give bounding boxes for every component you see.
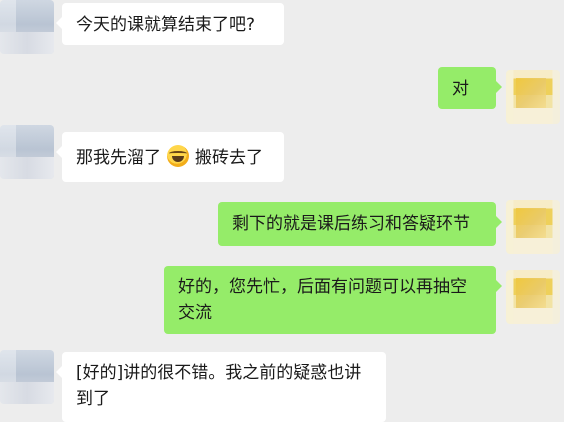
user-avatar[interactable] [506,70,560,124]
message-bubble[interactable]: 剩下的就是课后练习和答疑环节 [218,202,502,246]
message-bubble[interactable]: 那我先溜了 搬砖去了 [56,132,284,182]
contact-avatar[interactable] [0,350,54,404]
message-bubble[interactable]: 今天的课就算结束了吧? [56,3,284,45]
contact-avatar[interactable] [0,125,54,179]
message-text: 今天的课就算结束了吧? [76,15,256,35]
user-avatar[interactable] [506,270,560,324]
message-text: 对 [452,79,469,99]
message-bubble[interactable]: [好的]讲的很不错。我之前的疑惑也讲到了 [56,352,386,422]
message-text: 剩下的就是课后练习和答疑环节 [232,214,470,234]
message-bubble[interactable]: 对 [438,67,502,109]
message-bubble[interactable]: 好的，您先忙，后面有问题可以再抽空交流 [164,266,502,334]
message-text: 那我先溜了 [76,148,161,168]
message-text: 搬砖去了 [195,148,263,168]
message-text: 好的，您先忙，后面有问题可以再抽空交流 [178,277,467,323]
laugh-cry-emoji-icon [167,145,189,167]
message-text: [好的]讲的很不错。我之前的疑惑也讲到了 [76,363,362,409]
contact-avatar[interactable] [0,0,54,54]
user-avatar[interactable] [506,200,560,254]
